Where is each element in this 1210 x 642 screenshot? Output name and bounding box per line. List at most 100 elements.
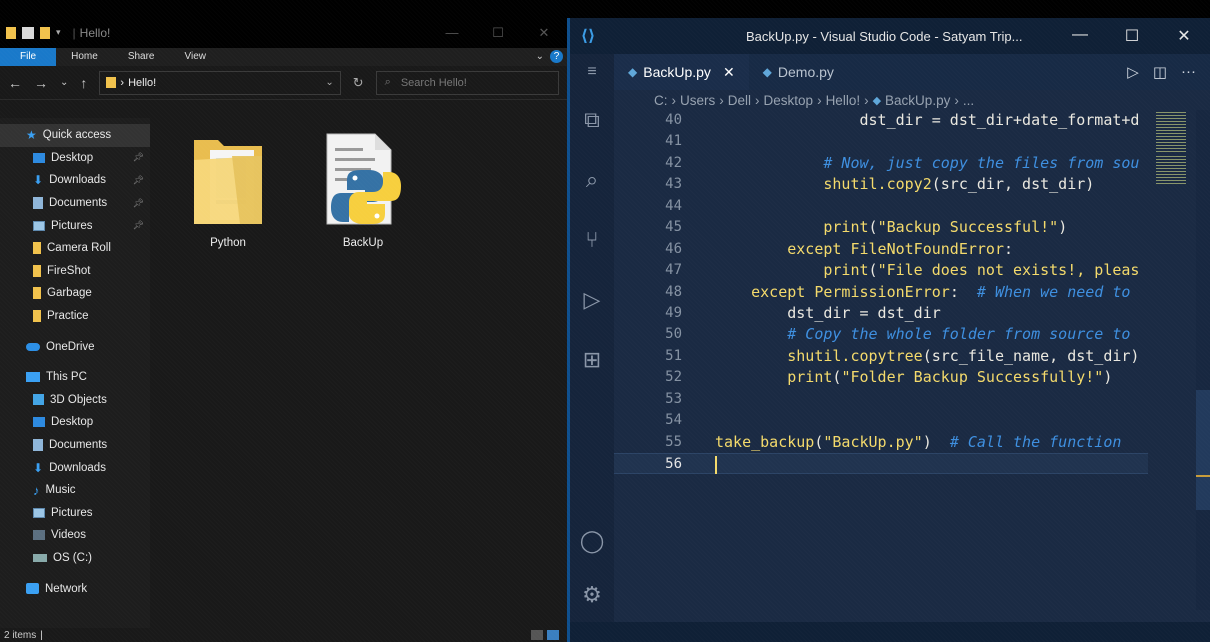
tab-home[interactable]: Home [56, 48, 113, 66]
file-item-python-folder[interactable]: Python [178, 126, 278, 249]
pictures-icon [33, 507, 45, 518]
nav-documents[interactable]: Documents 📌︎ [0, 192, 150, 215]
minimize-button[interactable]: — [429, 25, 475, 41]
pin-icon[interactable]: 📌︎ [133, 175, 144, 186]
refresh-icon[interactable]: ↻ [353, 75, 364, 91]
more-actions-icon[interactable]: ··· [1181, 63, 1196, 81]
properties-icon[interactable] [22, 27, 34, 39]
nav-network[interactable]: Network [0, 577, 150, 600]
nav-quick-access[interactable]: ★ Quick access [0, 124, 150, 147]
recent-locations-icon[interactable]: ⌄ [60, 77, 68, 88]
breadcrumb-item[interactable]: Users [680, 93, 715, 108]
breadcrumb-item[interactable]: ... [963, 93, 974, 108]
code-line[interactable]: 55 take_backup("BackUp.py") # Call the fu… [614, 432, 1148, 453]
gear-icon[interactable]: ⚙ [570, 568, 614, 622]
nav-music[interactable]: ♪ Music [0, 479, 150, 502]
chevron-down-icon[interactable]: ⌄ [325, 77, 333, 88]
code-line[interactable]: 56 [614, 453, 1148, 475]
menu-icon[interactable]: ≡ [570, 54, 614, 90]
nav-onedrive[interactable]: OneDrive [0, 335, 150, 358]
view-switcher [531, 630, 559, 640]
nav-os-drive[interactable]: OS (C:) [0, 547, 150, 570]
nav-downloads[interactable]: ⬇ Downloads 📌︎ [0, 169, 150, 192]
nav-camera-roll[interactable]: Camera Roll [0, 237, 150, 260]
code-editor[interactable]: 40 dst_dir = dst_dir+date_format+d 41 42 #… [614, 110, 1148, 610]
forward-icon[interactable]: → [34, 75, 48, 91]
file-item-backup-py[interactable]: BackUp [313, 126, 413, 249]
nav-practice[interactable]: Practice [0, 305, 150, 328]
code-line[interactable]: 49 dst_dir = dst_dir [614, 303, 1148, 324]
details-view-icon[interactable] [531, 630, 543, 640]
nav-fireshot[interactable]: FireShot [0, 260, 150, 283]
search-input[interactable]: ⌕ Search Hello! [375, 70, 559, 95]
pin-icon[interactable]: 📌︎ [133, 198, 144, 209]
code-line[interactable]: 46 except FileNotFoundError: [614, 239, 1148, 260]
minimap[interactable] [1148, 110, 1200, 590]
code-line[interactable]: 52 print("Folder Backup Successfully!") [614, 367, 1148, 388]
customize-toolbar-icon[interactable]: ▾ [56, 27, 61, 39]
code-line[interactable]: 44 [614, 196, 1148, 217]
source-control-icon[interactable]: ⑂ [570, 210, 614, 270]
maximize-button[interactable]: ☐ [1106, 26, 1158, 46]
nav-videos[interactable]: Videos [0, 524, 150, 547]
account-icon[interactable]: ◯ [570, 514, 614, 568]
nav-3d-objects[interactable]: 3D Objects [0, 389, 150, 412]
nav-desktop[interactable]: Desktop 📌︎ [0, 147, 150, 170]
help-icon[interactable]: ? [550, 50, 563, 63]
address-path[interactable]: › Hello! ⌄ [99, 70, 341, 95]
expand-ribbon-icon[interactable]: ⌄ [536, 51, 544, 62]
breadcrumb-item[interactable]: Desktop [764, 93, 814, 108]
nav-pc-desktop[interactable]: Desktop [0, 411, 150, 434]
tab-view[interactable]: View [170, 48, 222, 66]
desktop-icon [33, 152, 45, 163]
tab-file[interactable]: File [0, 48, 57, 66]
tab-demo-py[interactable]: ◆ Demo.py [749, 54, 848, 90]
up-icon[interactable]: ↑ [80, 75, 87, 91]
nav-this-pc[interactable]: This PC [0, 366, 150, 389]
title-separator: | [72, 26, 76, 40]
editor-scrollbar[interactable] [1196, 110, 1210, 610]
split-editor-icon[interactable]: ◫ [1153, 63, 1167, 81]
nav-pictures[interactable]: Pictures 📌︎ [0, 214, 150, 237]
code-line[interactable]: 47 print("File does not exists!, pleas [614, 260, 1148, 281]
breadcrumb-item[interactable]: C: [654, 93, 668, 108]
breadcrumb-separator-icon: › [864, 92, 869, 108]
back-icon[interactable]: ← [8, 75, 22, 91]
scrollbar-thumb[interactable] [1196, 390, 1210, 510]
tab-share[interactable]: Share [113, 48, 170, 66]
close-button[interactable]: ✕ [521, 25, 567, 41]
run-icon[interactable]: ▷ [1127, 63, 1139, 81]
code-line[interactable]: 53 [614, 389, 1148, 410]
nav-pc-pictures[interactable]: Pictures [0, 502, 150, 525]
extensions-icon[interactable]: ⊞ [570, 330, 614, 390]
pin-icon[interactable]: 📌︎ [133, 220, 144, 231]
code-line[interactable]: 51 shutil.copytree(src_file_name, dst_di… [614, 346, 1148, 367]
code-line[interactable]: 45 print("Backup Successful!") [614, 217, 1148, 238]
code-line[interactable]: 50 # Copy the whole folder from source t… [614, 324, 1148, 345]
explorer-files-icon[interactable]: ⧉ [570, 90, 614, 150]
close-icon[interactable]: ✕ [723, 64, 735, 81]
code-line[interactable]: 42 # Now, just copy the files from sou [614, 153, 1148, 174]
code-line[interactable]: 40 dst_dir = dst_dir+date_format+d [614, 110, 1148, 131]
run-debug-icon[interactable]: ▷ [570, 270, 614, 330]
breadcrumb-item[interactable]: Hello! [826, 93, 861, 108]
search-icon[interactable]: ⌕ [570, 150, 614, 210]
pin-icon[interactable]: 📌︎ [133, 152, 144, 163]
new-folder-icon[interactable] [40, 27, 50, 39]
breadcrumb-item[interactable]: Dell [728, 93, 751, 108]
nav-label: Desktop [51, 151, 94, 164]
nav-garbage[interactable]: Garbage [0, 282, 150, 305]
nav-pc-documents[interactable]: Documents [0, 434, 150, 457]
close-button[interactable]: ✕ [1158, 26, 1210, 46]
breadcrumb-item[interactable]: BackUp.py [885, 93, 950, 108]
code-line[interactable]: 43 shutil.copy2(src_dir, dst_dir) [614, 174, 1148, 195]
code-line[interactable]: 41 [614, 131, 1148, 152]
tab-backup-py[interactable]: ◆ BackUp.py ✕ [614, 54, 749, 90]
minimize-button[interactable]: — [1054, 26, 1106, 46]
maximize-button[interactable]: ☐ [475, 25, 521, 41]
nav-pc-downloads[interactable]: ⬇ Downloads [0, 456, 150, 479]
code-line[interactable]: 48 except PermissionError: # When we nee… [614, 282, 1148, 303]
large-icons-view-icon[interactable] [547, 630, 559, 640]
code-line[interactable]: 54 [614, 410, 1148, 431]
